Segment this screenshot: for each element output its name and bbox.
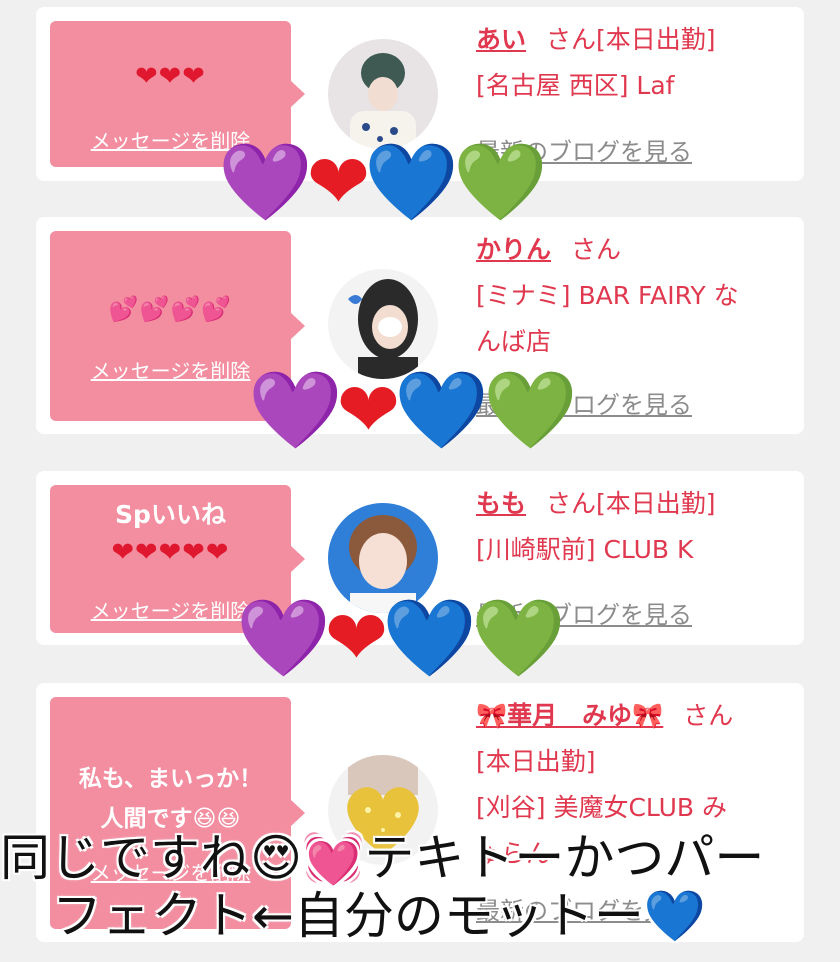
cast-name-link[interactable]: あい bbox=[476, 25, 526, 54]
cast-name-link[interactable]: もも bbox=[476, 489, 526, 518]
purple-heart-icon: 💜 bbox=[248, 365, 343, 454]
caption-line-1: 同じですね😍💓テキトーかつパー bbox=[0, 829, 765, 887]
cast-status: さん[本日出勤] bbox=[546, 489, 716, 518]
cast-name-link[interactable]: 🎀華月 みゆ🎀 bbox=[476, 701, 663, 730]
cast-shop: [ミナミ] BAR FAIRY な bbox=[476, 281, 739, 310]
hearts-text: ❤❤❤❤❤ bbox=[111, 537, 230, 568]
cast-info: もも さん[本日出勤] [川崎駅前] CLUB K bbox=[476, 481, 796, 573]
purple-heart-icon: 💜 bbox=[236, 593, 331, 682]
avatar-photo-icon bbox=[328, 39, 438, 149]
message-text: 私も、まいっか！ bbox=[78, 766, 263, 792]
cast-shop-cont: んば店 bbox=[476, 327, 552, 356]
avatar-photo-icon bbox=[328, 269, 438, 379]
hearts-text: 💕💕💕💕 bbox=[108, 295, 233, 323]
avatar[interactable] bbox=[328, 269, 438, 379]
hearts-sticker: 💜❤💙💚 bbox=[248, 370, 578, 450]
hearts-text: ❤❤❤ bbox=[135, 61, 206, 92]
red-heart-icon: ❤ bbox=[324, 593, 389, 682]
message-text: Spいいね bbox=[115, 500, 226, 529]
avatar[interactable] bbox=[328, 39, 438, 149]
cast-name-link[interactable]: かりん bbox=[476, 235, 551, 264]
cast-status: さん bbox=[683, 701, 734, 730]
red-heart-icon: ❤ bbox=[306, 137, 371, 226]
green-heart-icon: 💚 bbox=[470, 593, 566, 682]
cast-info: あい さん[本日出勤] [名古屋 西区] Laf bbox=[476, 17, 796, 109]
cast-shop: [名古屋 西区] Laf bbox=[476, 71, 675, 100]
cast-status: さん bbox=[571, 235, 622, 264]
caption-line-2: フェクト←自分のモットー💙 bbox=[52, 887, 707, 945]
purple-heart-icon: 💜 bbox=[218, 137, 313, 226]
blue-heart-icon: 💙 bbox=[382, 593, 477, 682]
cast-shop: [刈谷] 美魔女CLUB み bbox=[476, 793, 727, 822]
cast-shop: [川崎駅前] CLUB K bbox=[476, 535, 694, 564]
blue-heart-icon: 💙 bbox=[394, 365, 489, 454]
cast-status-line: [本日出勤] bbox=[476, 747, 596, 776]
green-heart-icon: 💚 bbox=[452, 137, 548, 226]
cast-info: かりん さん [ミナミ] BAR FAIRY な んば店 bbox=[476, 227, 796, 365]
hearts-sticker: 💜❤💙💚 bbox=[236, 598, 566, 678]
green-heart-icon: 💚 bbox=[482, 365, 578, 454]
cast-status: さん[本日出勤] bbox=[546, 25, 716, 54]
hearts-sticker: 💜❤💙💚 bbox=[218, 142, 548, 222]
red-heart-icon: ❤ bbox=[336, 365, 401, 454]
blue-heart-icon: 💙 bbox=[364, 137, 459, 226]
